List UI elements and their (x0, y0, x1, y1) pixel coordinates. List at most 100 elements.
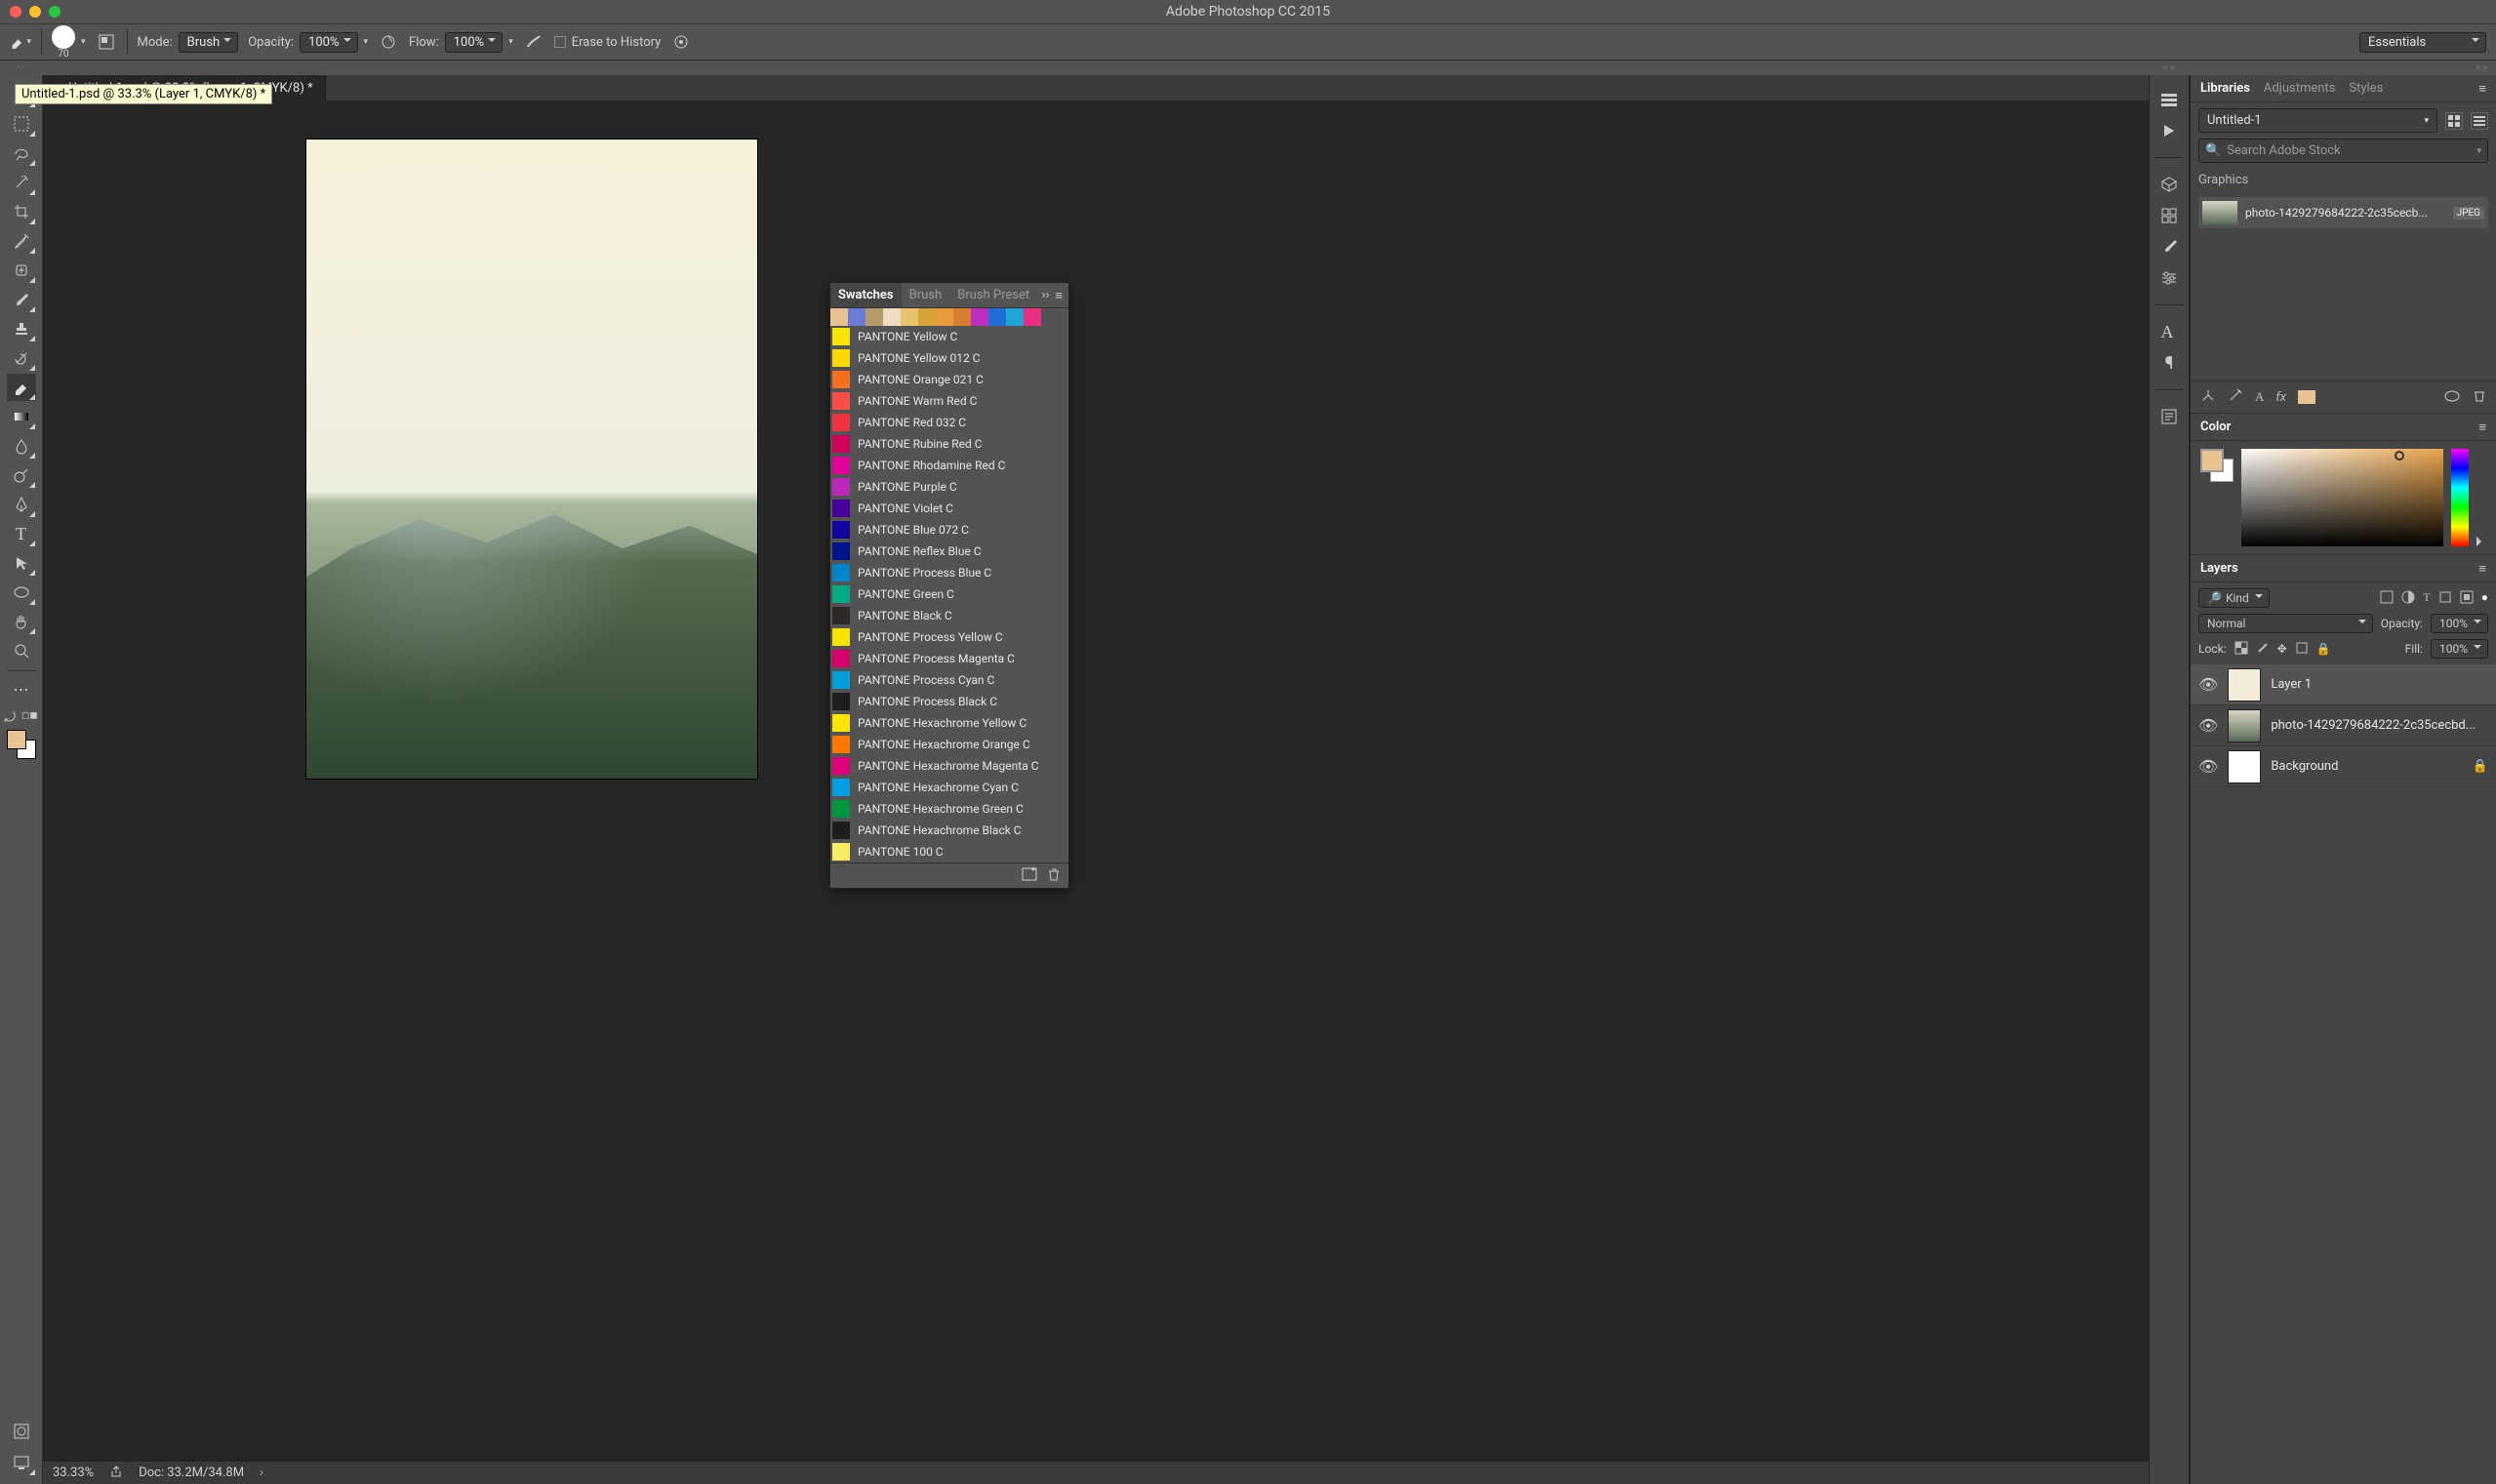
healing-brush-tool-icon[interactable] (7, 257, 36, 284)
panel-collapse-icon[interactable]: ›› (1042, 288, 1050, 302)
layer-name[interactable]: Layer 1 (2271, 677, 2488, 692)
swatch-chip[interactable] (848, 308, 866, 326)
window-minimize-button[interactable] (29, 6, 41, 18)
notes-panel-icon[interactable] (2158, 406, 2180, 427)
brush-panel-toggle-icon[interactable] (96, 31, 117, 53)
layer-row[interactable]: 👁Background🔒 (2191, 746, 2496, 787)
libraries-tab[interactable]: Libraries (2200, 81, 2250, 96)
character-panel-icon[interactable]: A (2158, 321, 2180, 342)
layer-row[interactable]: 👁photo-1429279684222-2c35cecbd... (2191, 705, 2496, 746)
mode-dropdown[interactable]: Brush (179, 32, 239, 53)
swatch-chip[interactable] (918, 308, 936, 326)
actions-panel-icon[interactable] (2158, 120, 2180, 141)
library-asset-row[interactable]: photo-1429279684222-2c35cecb... JPEG (2198, 197, 2488, 228)
panel-menu-icon[interactable]: ≡ (2478, 420, 2486, 435)
canvas[interactable] (306, 140, 757, 779)
layer-name[interactable]: Background (2271, 759, 2463, 774)
delete-asset-icon[interactable] (2473, 388, 2486, 406)
shape-tool-icon[interactable] (7, 579, 36, 606)
swatch-item[interactable]: PANTONE Hexachrome Cyan C (830, 777, 1068, 798)
blur-tool-icon[interactable] (7, 432, 36, 460)
workspace-dropdown[interactable]: Essentials (2359, 32, 2486, 53)
add-character-style-icon[interactable]: A (2255, 389, 2264, 405)
properties-grid-icon[interactable] (2158, 205, 2180, 226)
3d-panel-icon[interactable] (2158, 174, 2180, 195)
layer-filter-kind[interactable]: 🔎Kind (2198, 588, 2270, 608)
foreground-background-color[interactable] (7, 730, 36, 759)
window-zoom-button[interactable] (49, 6, 60, 18)
add-graphic-icon[interactable] (2228, 387, 2243, 407)
screen-mode-icon[interactable] (7, 1449, 36, 1476)
filter-shape-icon[interactable] (2438, 590, 2452, 607)
list-view-icon[interactable] (2471, 112, 2488, 130)
eraser-tool-icon[interactable] (7, 374, 36, 401)
swatch-item[interactable]: PANTONE Warm Red C (830, 390, 1068, 412)
library-selector[interactable]: Untitled-1 ▾ (2198, 108, 2437, 133)
layer-thumbnail[interactable] (2228, 668, 2261, 702)
search-stock-input[interactable]: 🔍 Search Adobe Stock ▾ (2198, 139, 2488, 163)
swatch-item[interactable]: PANTONE Reflex Blue C (830, 541, 1068, 562)
new-swatch-icon[interactable] (1022, 867, 1037, 885)
layer-visibility-icon[interactable]: 👁 (2198, 675, 2218, 694)
eyedropper-tool-icon[interactable] (7, 227, 36, 255)
brush-tab[interactable]: Brush (902, 283, 950, 307)
erase-to-history-checkbox[interactable]: Erase to History (554, 35, 662, 50)
add-layer-style-icon[interactable]: fx (2275, 390, 2286, 405)
quick-mask-icon[interactable] (7, 1418, 36, 1445)
delete-swatch-icon[interactable] (1047, 867, 1061, 885)
fill-dropdown[interactable]: 100% (2431, 639, 2488, 659)
marquee-tool-icon[interactable] (7, 110, 36, 138)
path-selection-tool-icon[interactable] (7, 549, 36, 577)
swatch-item[interactable]: PANTONE Hexachrome Yellow C (830, 712, 1068, 734)
opacity-dropdown[interactable]: 100% (300, 32, 357, 53)
swatch-item[interactable]: PANTONE Black C (830, 605, 1068, 626)
canvas-area[interactable]: Swatches Brush Brush Preset ›› ≡ PANTONE… (43, 100, 2149, 1461)
swatch-item[interactable]: PANTONE Purple C (830, 476, 1068, 498)
swatch-chip[interactable] (936, 308, 953, 326)
swatch-item[interactable]: PANTONE Process Black C (830, 691, 1068, 712)
swatch-chip[interactable] (866, 308, 883, 326)
swatch-chip[interactable] (988, 308, 1006, 326)
filter-smart-icon[interactable] (2460, 590, 2474, 607)
swatch-item[interactable]: PANTONE Process Cyan C (830, 669, 1068, 691)
cloud-sync-icon[interactable] (2443, 388, 2461, 406)
hand-tool-icon[interactable] (7, 608, 36, 635)
color-tab[interactable]: Color (2200, 420, 2231, 434)
zoom-level[interactable]: 33.33% (53, 1465, 94, 1480)
layer-thumbnail[interactable] (2228, 750, 2261, 783)
gradient-tool-icon[interactable] (7, 403, 36, 430)
swatch-item[interactable]: PANTONE Process Blue C (830, 562, 1068, 583)
mid-dock-grip-icon[interactable]: ◂◂ (2149, 60, 2190, 75)
swatch-item[interactable]: PANTONE Violet C (830, 498, 1068, 519)
swap-colors-icon[interactable]: ⤾ (4, 710, 16, 726)
hue-slider[interactable] (2451, 449, 2469, 546)
brush-preset-picker[interactable]: 70 ▾ (52, 25, 86, 60)
history-panel-icon[interactable] (2158, 89, 2180, 110)
swatch-item[interactable]: PANTONE Hexachrome Green C (830, 798, 1068, 820)
toolbar-grip-icon[interactable]: •• (0, 60, 43, 75)
lock-position-icon[interactable]: ✥ (2277, 642, 2287, 656)
history-brush-tool-icon[interactable] (7, 344, 36, 372)
brush-settings-icon[interactable] (2158, 236, 2180, 258)
brush-presets-tab[interactable]: Brush Preset (949, 283, 1037, 307)
swatch-item[interactable]: PANTONE Yellow C (830, 326, 1068, 347)
panel-menu-icon[interactable]: ≡ (1055, 288, 1063, 303)
grid-view-icon[interactable] (2445, 112, 2463, 130)
airbrush-icon[interactable] (523, 31, 544, 53)
swatch-item[interactable]: PANTONE Orange 021 C (830, 369, 1068, 390)
swatch-item[interactable]: PANTONE Process Yellow C (830, 626, 1068, 648)
swatch-chip[interactable] (1006, 308, 1024, 326)
edit-toolbar-icon[interactable]: ⋯ (7, 675, 36, 702)
layer-thumbnail[interactable] (2228, 709, 2261, 742)
flow-dropdown[interactable]: 100% (445, 32, 503, 53)
share-icon[interactable] (109, 1464, 123, 1482)
layer-opacity-dropdown[interactable]: 100% (2431, 614, 2488, 633)
swatch-item[interactable]: PANTONE Hexachrome Magenta C (830, 755, 1068, 777)
swatch-item[interactable]: PANTONE Process Magenta C (830, 648, 1068, 669)
swatch-item[interactable]: PANTONE Blue 072 C (830, 519, 1068, 541)
swatch-chip[interactable] (1024, 308, 1041, 326)
swatch-item[interactable]: PANTONE Red 032 C (830, 412, 1068, 433)
add-color-icon[interactable] (2298, 390, 2315, 404)
right-dock-grip-icon[interactable]: ▸▸ (2190, 60, 2496, 75)
swatch-item[interactable]: PANTONE Green C (830, 583, 1068, 605)
